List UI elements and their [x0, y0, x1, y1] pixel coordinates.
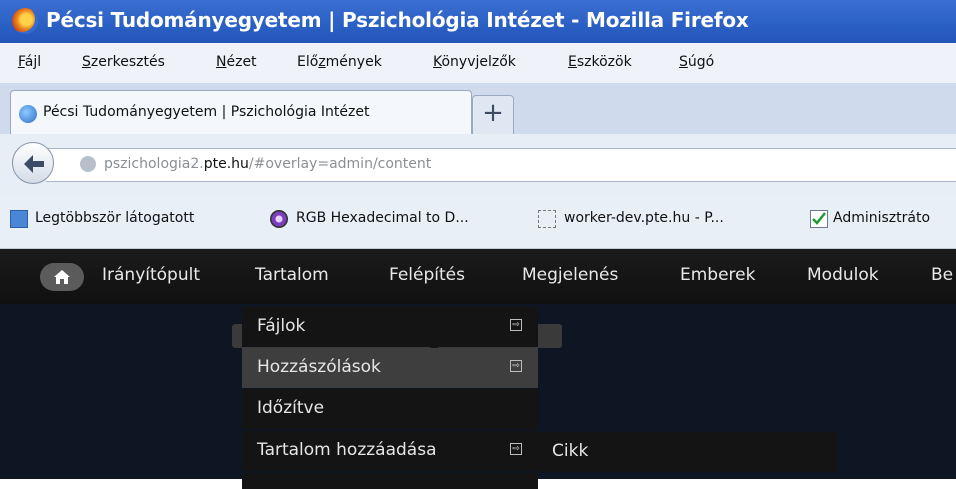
menu-tools[interactable]: Eszközök — [568, 54, 632, 70]
url-bar[interactable]: pszichologia2.pte.hu/#overlay=admin/cont… — [46, 148, 956, 182]
bookmark-most-visited[interactable]: Legtöbbször látogatott — [35, 210, 194, 226]
expand-arrow-icon: ⇨ — [510, 443, 522, 455]
menu-item-comments[interactable]: Hozzászólások ⇨ — [242, 348, 538, 388]
toolbar-item-content[interactable]: Tartalom — [255, 265, 329, 285]
back-arrow-icon — [24, 155, 44, 173]
toolbar-item-appearance[interactable]: Megjelenés — [522, 265, 618, 285]
toolbar-item-people[interactable]: Emberek — [680, 265, 755, 285]
tab-active[interactable]: Pécsi Tudományegyetem | Pszichológia Int… — [10, 90, 472, 135]
menu-item-label: Tartalom hozzáadása — [257, 440, 437, 460]
add-content-submenu: Cikk — [538, 432, 838, 472]
admin-overlay: Irányítópult Tartalom Felépítés Megjelen… — [0, 249, 956, 489]
home-button[interactable] — [40, 263, 84, 291]
window-title: Pécsi Tudományegyetem | Pszichológia Int… — [46, 8, 749, 32]
menu-item-partial — [242, 473, 538, 489]
admin-toolbar: Irányítópult Tartalom Felépítés Megjelen… — [0, 249, 956, 304]
toolbar-item-modules[interactable]: Modulok — [807, 265, 879, 285]
globe-icon — [80, 156, 96, 172]
menu-item-scheduled[interactable]: Időzítve — [242, 389, 538, 429]
menu-edit[interactable]: Szerkesztés — [82, 54, 165, 70]
checkbox-icon — [810, 210, 828, 228]
bookmark-worker-dev[interactable]: worker-dev.pte.hu - P... — [564, 210, 724, 226]
dashed-page-icon — [538, 210, 556, 228]
menu-item-label: Hozzászólások — [257, 357, 381, 377]
window-titlebar: Pécsi Tudományegyetem | Pszichológia Int… — [0, 0, 956, 43]
new-tab-button[interactable]: + — [472, 95, 514, 135]
menu-item-label: Fájlok — [257, 316, 306, 336]
menu-item-label: Időzítve — [257, 398, 325, 418]
menu-view[interactable]: Nézet — [216, 54, 257, 70]
expand-arrow-icon: ⇨ — [510, 360, 522, 372]
menu-file[interactable]: Fájl — [18, 54, 41, 70]
home-icon — [54, 270, 70, 284]
toolbar-item-dashboard[interactable]: Irányítópult — [102, 265, 200, 285]
menu-help[interactable]: Súgó — [679, 54, 714, 70]
rgb-site-icon — [270, 210, 288, 228]
bookmark-rgb-hex[interactable]: RGB Hexadecimal to D... — [296, 210, 469, 226]
menu-item-files[interactable]: Fájlok ⇨ — [242, 307, 538, 347]
site-favicon-icon — [19, 105, 37, 123]
firefox-logo-icon — [12, 8, 38, 34]
back-button[interactable] — [12, 142, 54, 184]
bookmark-admin[interactable]: Adminisztráto — [833, 210, 930, 226]
tab-label: Pécsi Tudományegyetem | Pszichológia Int… — [43, 104, 370, 120]
menu-item-add-content[interactable]: Tartalom hozzáadása ⇨ — [242, 431, 538, 471]
url-text: pszichologia2.pte.hu/#overlay=admin/cont… — [104, 156, 432, 172]
tab-strip: Pécsi Tudományegyetem | Pszichológia Int… — [0, 83, 956, 135]
expand-arrow-icon: ⇨ — [510, 319, 522, 331]
menu-bookmarks[interactable]: Könyvjelzők — [433, 54, 516, 70]
submenu-item-article[interactable]: Cikk — [552, 441, 588, 461]
menu-bar: Fájl Szerkesztés Nézet Előzmények Könyvj… — [0, 43, 956, 83]
bookmarks-folder-icon — [10, 210, 28, 228]
menu-history[interactable]: Előzmények — [297, 54, 382, 70]
navigation-bar: pszichologia2.pte.hu/#overlay=admin/cont… — [0, 134, 956, 194]
toolbar-item-config[interactable]: Be — [931, 265, 953, 285]
toolbar-item-structure[interactable]: Felépítés — [389, 265, 465, 285]
bookmarks-toolbar: Legtöbbször látogatott RGB Hexadecimal t… — [0, 194, 956, 249]
